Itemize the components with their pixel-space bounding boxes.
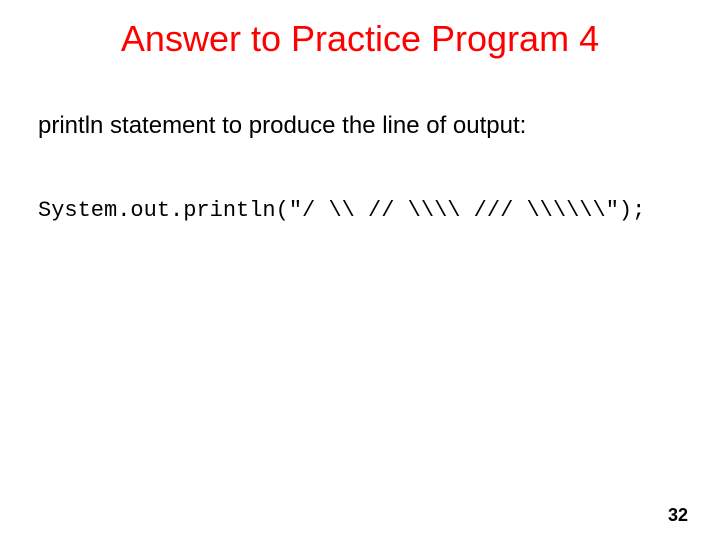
slide: Answer to Practice Program 4 println sta… [0, 0, 720, 540]
body-text: println statement to produce the line of… [38, 112, 526, 140]
slide-title: Answer to Practice Program 4 [0, 18, 720, 60]
code-line: System.out.println("/ \\ // \\\\ /// \\\… [38, 198, 645, 223]
page-number: 32 [668, 505, 688, 526]
